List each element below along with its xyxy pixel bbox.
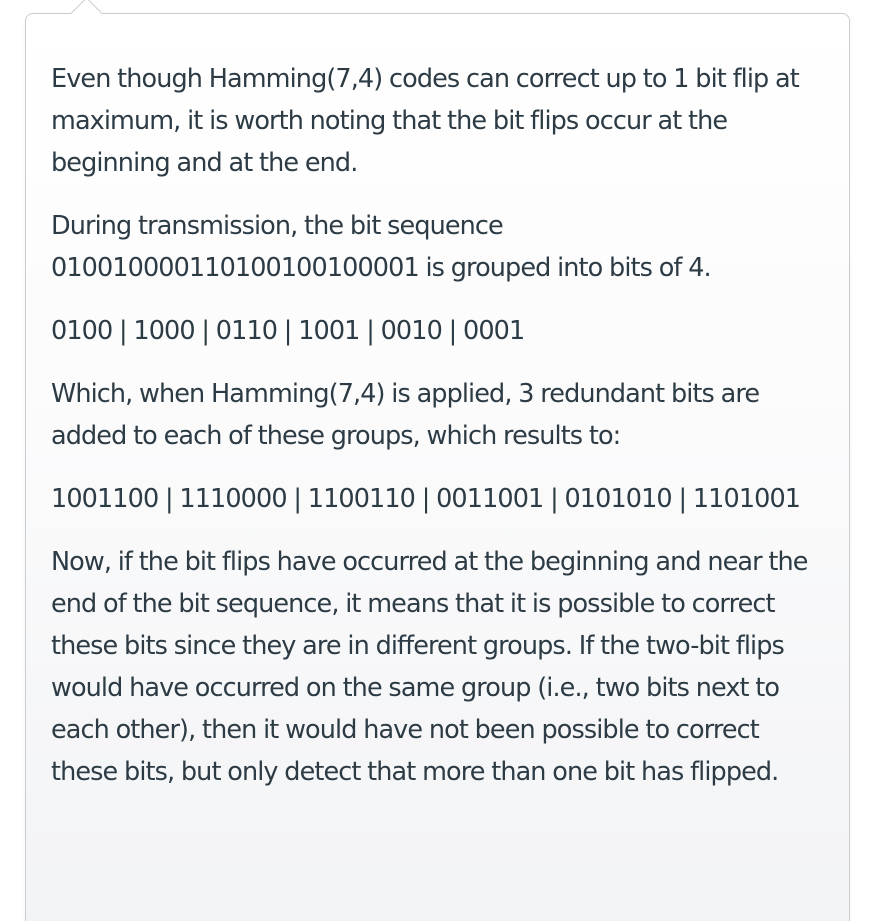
paragraph-transmission: During transmission, the bit sequence 01… xyxy=(51,211,712,283)
paragraph-hamming-applied: Which, when Hamming(7,4) is applied, 3 r… xyxy=(51,379,760,451)
answer-content: Even though Hamming(7,4) codes can corre… xyxy=(51,58,831,814)
paragraph-conclusion: Now, if the bit flips have occurred at t… xyxy=(51,547,808,787)
bubble-caret-mask xyxy=(68,14,108,28)
paragraph-encoded-groups: 1001100 | 1110000 | 1100110 | 0011001 | … xyxy=(51,484,801,514)
paragraph-intro: Even though Hamming(7,4) codes can corre… xyxy=(51,64,800,178)
paragraph-groups-of-4: 0100 | 1000 | 0110 | 1001 | 0010 | 0001 xyxy=(51,316,525,346)
